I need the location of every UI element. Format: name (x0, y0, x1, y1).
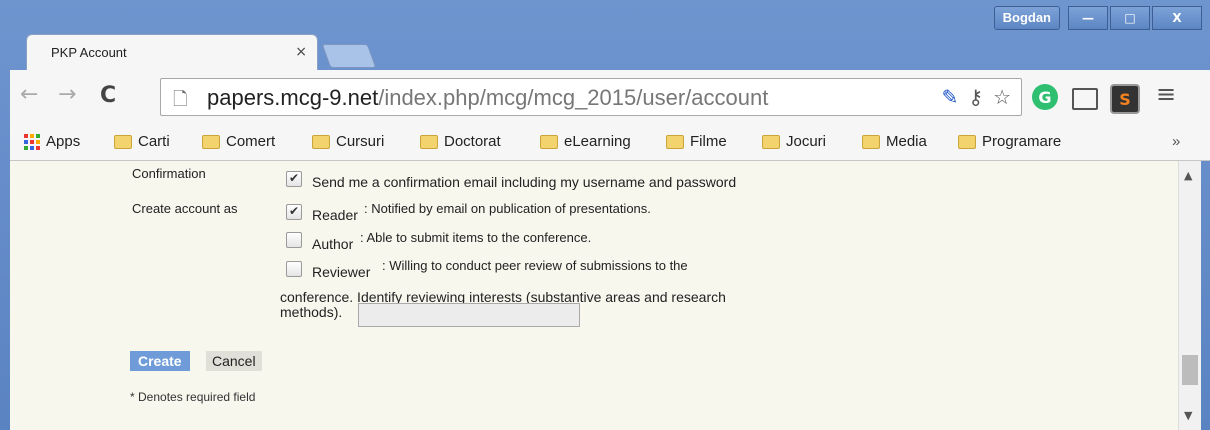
tab-close-icon[interactable]: × (295, 44, 307, 60)
reviewer-desc-end: methods). (280, 304, 343, 320)
reviewing-interests-input[interactable] (358, 303, 580, 327)
bookmark-folder-elearning[interactable]: eLearning (540, 133, 631, 150)
cancel-button[interactable]: Cancel (206, 351, 262, 371)
role-reviewer-desc: : Willing to conduct peer review of subm… (382, 258, 688, 273)
url-text: papers.mcg-9.net/index.php/mcg/mcg_2015/… (207, 85, 768, 111)
window-controls: — □ X (1068, 6, 1202, 30)
confirmation-label: Confirmation (132, 166, 206, 181)
confirmation-checkbox[interactable]: ✔ (286, 171, 302, 187)
bookmark-label: Jocuri (786, 133, 827, 150)
star-icon[interactable]: ☆ (993, 85, 1011, 109)
more-bookmarks-button[interactable]: » (1172, 133, 1180, 150)
reviewer-checkbox[interactable] (286, 261, 302, 277)
scroll-thumb[interactable] (1182, 355, 1198, 385)
s-extension-icon[interactable]: S (1110, 84, 1140, 114)
grammarly-icon[interactable]: G (1032, 84, 1058, 110)
bookmark-label: Doctorat (444, 133, 501, 150)
required-field-note: * Denotes required field (130, 390, 256, 404)
folder-icon (420, 134, 438, 149)
bookmark-label: Programare (982, 133, 1062, 150)
bookmark-folder-media[interactable]: Media (862, 133, 927, 150)
folder-icon (114, 134, 132, 149)
page-icon: 🗋 (173, 89, 188, 110)
window-extension-icon[interactable] (1072, 88, 1098, 110)
scroll-down-icon[interactable]: ▼ (1184, 409, 1192, 422)
create-account-label: Create account as (132, 201, 238, 216)
pen-extension-icon[interactable]: ✎ (942, 85, 959, 109)
bookmark-label: Filme (690, 133, 727, 150)
folder-icon (862, 134, 880, 149)
bookmark-folder-doctorat[interactable]: Doctorat (420, 133, 501, 150)
bookmark-label: Carti (138, 133, 170, 150)
maximize-button[interactable]: □ (1110, 6, 1150, 30)
author-checkbox[interactable] (286, 232, 302, 248)
role-author-name: Author (312, 236, 354, 252)
browser-toolbar: ← → C 🗋 papers.mcg-9.net/index.php/mcg/m… (10, 70, 1210, 126)
url-path: /index.php/mcg/mcg_2015/user/account (378, 85, 769, 110)
browser-window: Bogdan — □ X PKP Account × ← → C 🗋 paper… (0, 0, 1210, 430)
confirmation-text: Send me a confirmation email including m… (312, 174, 737, 190)
folder-icon (312, 134, 330, 149)
bookmarks-bar: Apps Carti Comert Cursuri Doctorat eLear… (10, 126, 1210, 161)
forward-button[interactable]: → (58, 82, 76, 107)
apps-icon (24, 133, 40, 150)
role-reader-desc: : Notified by email on publication of pr… (364, 201, 651, 216)
close-window-button[interactable]: X (1152, 6, 1202, 30)
reader-checkbox[interactable]: ✔ (286, 204, 302, 220)
role-author-desc: : Able to submit items to the conference… (360, 230, 592, 245)
url-host: papers.mcg-9.net (207, 85, 379, 110)
omnibox-actions: ✎ ⚷ ☆ (942, 85, 1011, 109)
bookmark-folder-comert[interactable]: Comert (202, 133, 275, 150)
reload-button[interactable]: C (100, 83, 116, 108)
new-tab-button[interactable] (321, 44, 377, 68)
bookmark-folder-jocuri[interactable]: Jocuri (762, 133, 826, 150)
bookmark-label: Comert (226, 133, 276, 150)
scroll-up-icon[interactable]: ▲ (1184, 169, 1192, 182)
bookmark-label: eLearning (564, 133, 631, 150)
bookmark-label: Media (886, 133, 927, 150)
key-icon[interactable]: ⚷ (968, 85, 983, 109)
profile-button[interactable]: Bogdan (993, 6, 1060, 30)
folder-icon (958, 134, 976, 149)
create-button[interactable]: Create (130, 351, 190, 371)
address-bar[interactable]: 🗋 papers.mcg-9.net/index.php/mcg/mcg_201… (160, 78, 1022, 116)
folder-icon (540, 134, 558, 149)
role-reader-name: Reader (312, 207, 358, 223)
folder-icon (666, 134, 684, 149)
folder-icon (762, 134, 780, 149)
vertical-scrollbar[interactable]: ▲ ▼ (1178, 161, 1201, 430)
bookmark-folder-carti[interactable]: Carti (114, 133, 170, 150)
tab-title: PKP Account (51, 45, 127, 60)
bookmark-folder-filme[interactable]: Filme (666, 133, 727, 150)
back-button[interactable]: ← (20, 82, 38, 107)
folder-icon (202, 134, 220, 149)
bookmark-folder-programare[interactable]: Programare (958, 133, 1061, 150)
menu-icon[interactable]: ≡ (1156, 80, 1176, 108)
tab-pkp-account[interactable]: PKP Account × (26, 34, 318, 71)
bookmark-folder-cursuri[interactable]: Cursuri (312, 133, 384, 150)
bookmark-apps[interactable]: Apps (24, 133, 80, 150)
minimize-button[interactable]: — (1068, 6, 1108, 30)
bookmark-label: Apps (46, 133, 81, 150)
role-reviewer-name: Reviewer (312, 264, 371, 280)
bookmark-label: Cursuri (336, 133, 385, 150)
page-content: Confirmation ✔ Send me a confirmation em… (10, 161, 1178, 430)
